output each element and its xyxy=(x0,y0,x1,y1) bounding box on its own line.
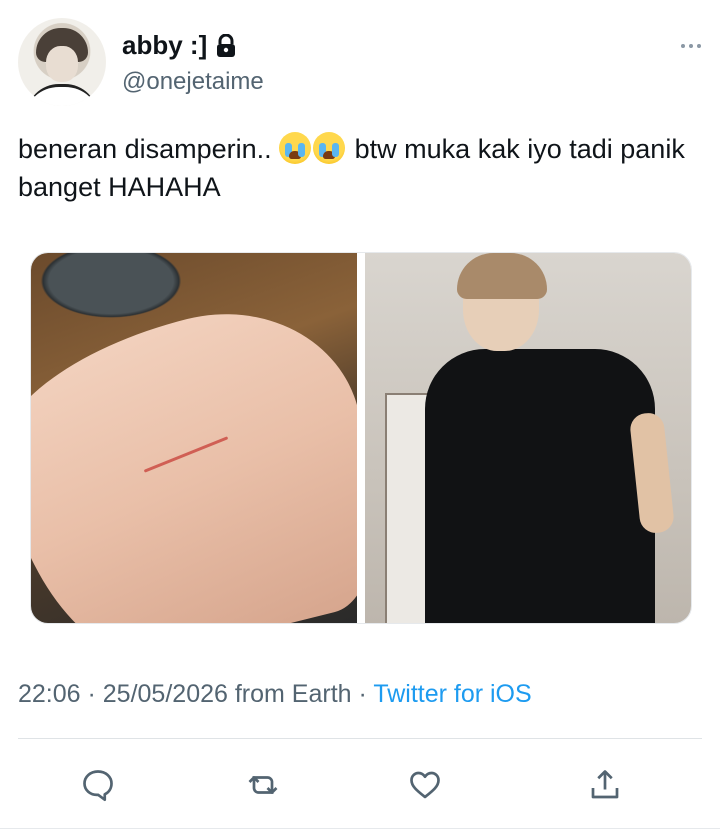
tweet-text: beneran disamperin.. btw muka kak iyo ta… xyxy=(18,130,698,206)
photo-hand[interactable] xyxy=(31,253,357,623)
retweet-icon[interactable] xyxy=(238,760,288,810)
avatar-shoulder xyxy=(26,84,98,106)
reply-icon[interactable] xyxy=(73,760,123,810)
photo-person-body xyxy=(425,349,655,623)
tweet-client-link[interactable]: Twitter for iOS xyxy=(373,680,531,708)
divider xyxy=(18,738,702,739)
tweet-text-part1: beneran disamperin.. xyxy=(18,134,280,164)
display-name[interactable]: abby :] xyxy=(122,30,207,61)
tweet-meta: 22:06 · 25/05/2026 from Earth · Twitter … xyxy=(18,680,532,709)
photo-person[interactable] xyxy=(365,253,691,623)
like-icon[interactable] xyxy=(400,760,450,810)
tweet-timestamp[interactable]: 22:06 · 25/05/2026 from Earth · xyxy=(18,680,373,708)
media-grid xyxy=(30,252,692,624)
share-icon[interactable] xyxy=(580,760,630,810)
bottom-divider xyxy=(0,828,720,829)
photo-hand-skin xyxy=(31,284,357,623)
action-bar xyxy=(0,760,720,810)
more-icon[interactable] xyxy=(676,36,706,56)
user-handle[interactable]: @onejetaime xyxy=(122,68,264,96)
loudly-crying-face-icon xyxy=(313,132,346,164)
avatar-face xyxy=(46,46,78,82)
avatar[interactable] xyxy=(18,18,106,106)
photo-person-hair xyxy=(457,253,547,299)
name-row: abby :] xyxy=(122,30,237,61)
loudly-crying-face-icon xyxy=(279,132,312,164)
photo-hand-device xyxy=(31,253,191,323)
lock-icon xyxy=(215,33,237,58)
